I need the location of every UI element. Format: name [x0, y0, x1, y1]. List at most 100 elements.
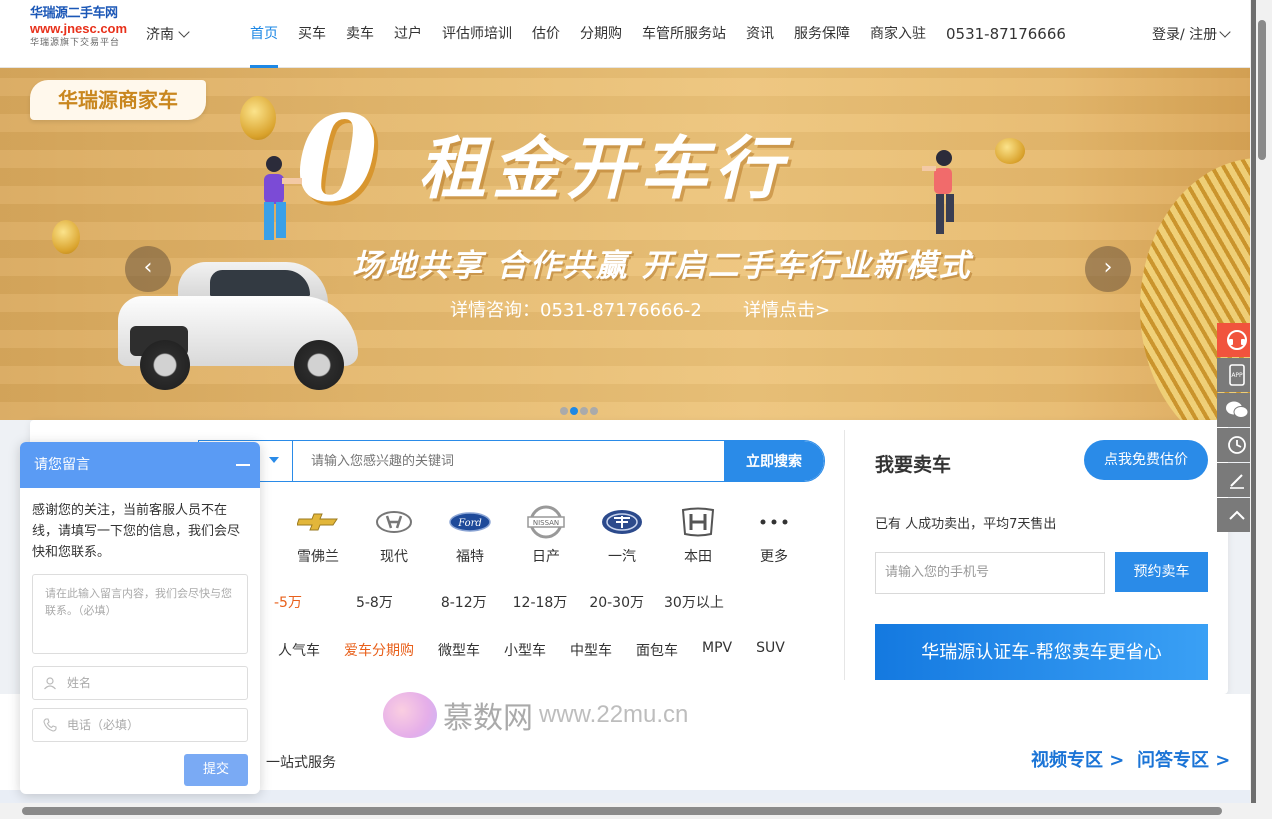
banner-next-button[interactable]: › — [1085, 246, 1131, 292]
price-filter-item[interactable]: 30万以上 — [658, 592, 738, 612]
banner-subtitle: 场地共享 合作共赢 开启二手车行业新模式 — [352, 248, 972, 284]
honda-logo-icon — [660, 504, 736, 540]
vehicle-type-list: 人气车 爱车分期购 微型车 小型车 中型车 面包车 MPV SUV — [266, 640, 797, 660]
nav-item-service-guarantee[interactable]: 服务保障 — [784, 0, 860, 68]
watermark-en: www.22mu.cn — [539, 701, 689, 728]
brand-name: 一汽 — [608, 549, 636, 565]
one-stop-service-text: 一站式服务 — [266, 755, 336, 771]
brand-faw[interactable]: 一汽 — [584, 504, 660, 566]
chevron-down-icon — [178, 26, 190, 38]
phone-field[interactable]: 电话（必填） — [32, 708, 248, 742]
certified-car-banner[interactable]: 华瑞源认证车-帮您卖车更省心 — [875, 624, 1208, 680]
brand-name: 雪佛兰 — [297, 549, 339, 565]
nav-item-dmv-station[interactable]: 车管所服务站 — [632, 0, 736, 68]
brand-name: 本田 — [684, 549, 712, 565]
nav-item-appraiser-training[interactable]: 评估师培训 — [432, 0, 522, 68]
coin-decoration — [52, 220, 80, 254]
scrollbar-edge — [1251, 0, 1256, 803]
nav-item-sell[interactable]: 卖车 — [336, 0, 384, 68]
banner-pagination — [560, 407, 598, 415]
leave-message-widget: 请您留言 感谢您的关注，当前客服人员不在线，请填写一下您的信息，我们会尽快和您联… — [20, 442, 260, 794]
sell-car-title: 我要卖车 — [875, 454, 952, 476]
vehicle-type-item[interactable]: 小型车 — [492, 640, 558, 660]
svg-text:NISSAN: NISSAN — [533, 519, 559, 527]
svg-text:Ford: Ford — [457, 518, 482, 529]
vehicle-type-item[interactable]: 面包车 — [624, 640, 690, 660]
svg-text:APP: APP — [1231, 372, 1243, 379]
message-textarea[interactable]: 请在此输入留言内容，我们会尽快与您联系。（必填） — [32, 574, 248, 654]
watermark-logo-icon — [383, 692, 437, 738]
vehicle-type-item[interactable]: MPV — [690, 640, 744, 660]
banner-title: 租金开车行 — [418, 130, 789, 209]
brand-ford[interactable]: Ford 福特 — [432, 504, 508, 566]
brand-hyundai[interactable]: 现代 — [356, 504, 432, 566]
minimize-icon[interactable] — [236, 464, 250, 466]
brand-nissan[interactable]: NISSAN 日产 — [508, 504, 584, 566]
search-bar: 立即搜索 — [198, 440, 825, 482]
banner-dot[interactable] — [560, 407, 568, 415]
brand-honda[interactable]: 本田 — [660, 504, 736, 566]
chat-message: 感谢您的关注，当前客服人员不在线，请填写一下您的信息，我们会尽快和您联系。 — [32, 503, 241, 560]
vehicle-type-item[interactable]: 微型车 — [426, 640, 492, 660]
chat-submit-button[interactable]: 提交 — [184, 754, 248, 786]
city-selector[interactable]: 济南 — [146, 24, 190, 44]
price-filter-item[interactable]: 5-8万 — [316, 592, 407, 612]
banner-detail-link[interactable]: 详情点击> — [743, 296, 830, 322]
nav-item-installment[interactable]: 分期购 — [570, 0, 632, 68]
banner-dot[interactable] — [580, 407, 588, 415]
name-field[interactable]: 姓名 — [32, 666, 248, 700]
chevrolet-logo-icon — [280, 504, 356, 540]
nav-item-merchant-join[interactable]: 商家入驻 — [860, 0, 936, 68]
vertical-scroll-thumb[interactable] — [1258, 20, 1266, 160]
price-filter-item[interactable]: -5万 — [260, 592, 316, 612]
person-illustration — [922, 150, 954, 234]
coin-decoration — [995, 138, 1025, 164]
price-filter-item[interactable]: 12-18万 — [501, 592, 582, 612]
header-phone: 0531-87176666 — [946, 25, 1066, 43]
logo-title: 华瑞源二手车网 — [30, 6, 118, 21]
sell-phone-input[interactable]: 请输入您的手机号 — [875, 552, 1105, 594]
login-register-link[interactable]: 登录/ 注册 — [1152, 24, 1231, 44]
vehicle-type-item[interactable]: 爱车分期购 — [332, 640, 426, 660]
banner-zero: 0 — [296, 89, 379, 228]
person-illustration — [264, 156, 302, 240]
banner-tag: 华瑞源商家车 — [30, 80, 206, 120]
chat-header: 请您留言 — [20, 442, 260, 488]
search-button[interactable]: 立即搜索 — [724, 441, 824, 481]
price-filter-item[interactable]: 20-30万 — [581, 592, 658, 612]
nav-item-home[interactable]: 首页 — [240, 0, 288, 68]
faw-logo-icon — [584, 504, 660, 540]
search-input[interactable] — [293, 441, 724, 481]
user-icon — [44, 677, 56, 690]
hero-banner[interactable]: 华瑞源商家车 0 租金开车行 场地共享 合作共赢 开启二手车行业新模式 详情咨询… — [0, 68, 1250, 420]
nav-item-valuation[interactable]: 估价 — [522, 0, 570, 68]
horizontal-scroll-thumb[interactable] — [22, 807, 1222, 815]
vehicle-type-item[interactable]: SUV — [744, 640, 797, 660]
chat-title: 请您留言 — [34, 457, 90, 473]
sell-stat-text: 已有 人成功卖出，平均7天售出 — [875, 517, 1057, 532]
free-estimate-button[interactable]: 点我免费估价 — [1084, 440, 1208, 480]
nav-item-news[interactable]: 资讯 — [736, 0, 784, 68]
nav-item-buy[interactable]: 买车 — [288, 0, 336, 68]
panel-divider — [844, 430, 845, 680]
banner-dot[interactable] — [570, 407, 578, 415]
city-label: 济南 — [146, 27, 174, 43]
price-filter-list: -5万 5-8万 8-12万 12-18万 20-30万 30万以上 — [260, 592, 738, 612]
banner-dot[interactable] — [590, 407, 598, 415]
book-sell-button[interactable]: 预约卖车 — [1115, 552, 1208, 592]
video-zone-link[interactable]: 视频专区 > — [1031, 746, 1124, 772]
login-label: 登录/ 注册 — [1152, 27, 1218, 43]
brand-more[interactable]: 更多 — [736, 504, 812, 566]
price-filter-item[interactable]: 8-12万 — [407, 592, 501, 612]
hyundai-logo-icon — [356, 504, 432, 540]
site-logo[interactable]: 华瑞源二手车网 www.jnesc.com 华瑞源旗下交易平台 — [30, 6, 138, 62]
vehicle-type-item[interactable]: 中型车 — [558, 640, 624, 660]
nav-item-transfer[interactable]: 过户 — [384, 0, 432, 68]
vehicle-type-item[interactable]: 人气车 — [266, 640, 332, 660]
qa-zone-link[interactable]: 问答专区 > — [1137, 746, 1230, 772]
banner-contact: 详情咨询：0531-87176666-2 — [450, 300, 702, 321]
brand-chevrolet[interactable]: 雪佛兰 — [280, 504, 356, 566]
banner-prev-button[interactable]: ‹ — [125, 246, 171, 292]
brand-name: 日产 — [532, 549, 560, 565]
watermark: 慕数网 www.22mu.cn — [383, 692, 688, 738]
